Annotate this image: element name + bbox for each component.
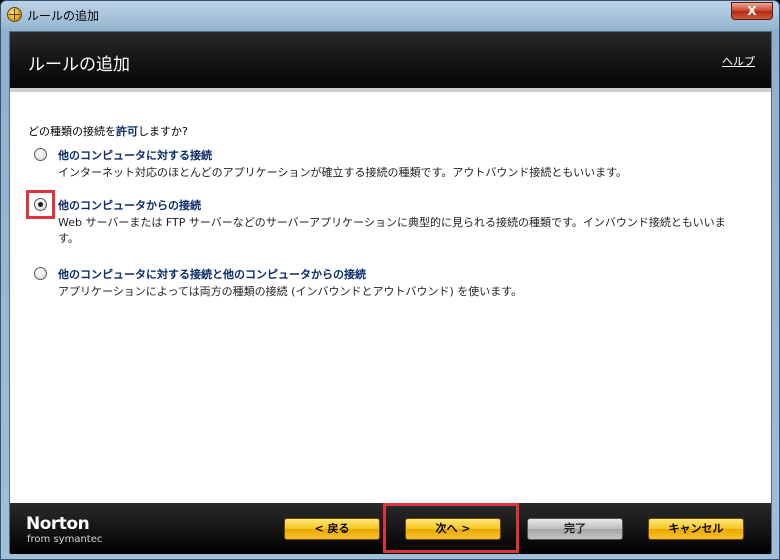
norton-logo: Norton (26, 514, 90, 534)
option-both-description: アプリケーションによっては両方の種類の接続 (インバウンドとアウトバウンド) を… (58, 285, 523, 298)
question-suffix: しますか? (138, 125, 188, 138)
globe-icon (7, 7, 22, 22)
page-title: ルールの追加 (28, 55, 130, 75)
question-emphasis: 許可 (116, 125, 138, 138)
option-outbound-description: インターネット対応のほとんどのアプリケーションが確立する接続の種類です。アウトバ… (58, 166, 628, 179)
window-title: ルールの追加 (27, 9, 100, 23)
next-button-highlight-box (383, 503, 519, 553)
cancel-button[interactable]: キャンセル (648, 518, 744, 540)
radio-both[interactable] (34, 267, 47, 280)
help-link[interactable]: ヘルプ (722, 53, 755, 69)
option-inbound-description-cont: す。 (58, 232, 79, 245)
dialog-client: ルールの追加 ヘルプ どの種類の接続を許可しますか? 他のコンピュータに対する接… (9, 31, 772, 554)
option-outbound-title[interactable]: 他のコンピュータに対する接続 (58, 147, 212, 163)
radio-outbound[interactable] (34, 148, 47, 161)
question-text: どの種類の接続を許可しますか? (28, 123, 188, 139)
option-inbound-title[interactable]: 他のコンピュータからの接続 (58, 197, 201, 213)
dialog-window: ルールの追加 X ルールの追加 ヘルプ どの種類の接続を許可しますか? 他のコン… (0, 0, 780, 560)
header-divider (10, 88, 771, 92)
symantec-tagline: from symantec (27, 534, 103, 545)
title-bar[interactable]: ルールの追加 X (1, 1, 779, 29)
back-button[interactable]: < 戻る (284, 518, 380, 540)
question-prefix: どの種類の接続を (28, 125, 116, 138)
radio-highlight-box (26, 190, 55, 219)
option-both-title[interactable]: 他のコンピュータに対する接続と他のコンピュータからの接続 (58, 266, 366, 282)
finish-button[interactable]: 完了 (527, 518, 623, 540)
close-button[interactable]: X (731, 2, 773, 20)
option-inbound-description: Web サーバーまたは FTP サーバーなどのサーバーアプリケーションに典型的に… (58, 216, 726, 229)
header-band: ルールの追加 ヘルプ (10, 32, 771, 88)
